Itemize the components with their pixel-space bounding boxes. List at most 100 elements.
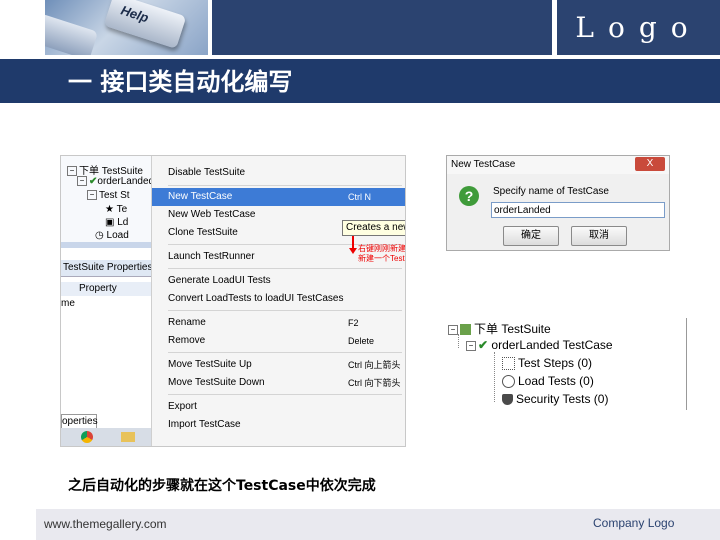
tree-item-case[interactable]: − ✔ orderLanded TestCase [466,338,613,352]
keyboard-photo: Help [45,0,208,55]
tree-item-suite[interactable]: − 下单 TestSuite [67,162,143,177]
annotation-arrowhead-icon [349,248,357,254]
slide-caption: 之后自动化的步骤就在这个TestCase中依次完成 [68,478,376,494]
tree-item-label: Test St [99,190,130,201]
menu-separator [168,185,402,186]
tree-item-steps[interactable]: − Test St [87,190,130,201]
folder-icon[interactable] [121,432,135,442]
menu-item-label: Disable TestSuite [168,167,246,178]
testsuite-icon [460,324,471,336]
collapse-icon[interactable]: − [448,324,458,335]
dialog-label: Specify name of TestCase [493,186,609,197]
menu-item-disable-testsuite[interactable]: Disable TestSuite [152,164,405,182]
menu-item-shortcut: Ctrl 向上箭头 [348,360,401,370]
tree-connector [494,352,495,402]
menu-item-label: Remove [168,335,206,346]
menu-item-export[interactable]: Export [152,398,405,416]
taskbar [61,428,151,446]
cancel-button[interactable]: 取消 [571,226,627,246]
pane-splitter[interactable] [61,242,151,248]
menu-item-label: Launch TestRunner [168,251,255,262]
collapse-icon[interactable]: − [466,340,476,351]
tree-item-test-steps[interactable]: Test Steps (0) [502,356,593,371]
menu-item-label: Move TestSuite Down [168,377,265,388]
menu-item-remove[interactable]: Remove Delete [152,332,405,350]
menu-item-rename[interactable]: Rename F2 [152,314,405,332]
new-testcase-dialog: New TestCase X ? Specify name of TestCas… [446,155,670,251]
tree-item-step2[interactable]: ▣ Ld [105,217,128,228]
load-icon: ◷ [95,230,104,241]
annotation-line-1: 右键刚刚新建的TestSuite [358,244,406,253]
load-icon [502,375,515,389]
header-bar [212,0,552,55]
menu-item-label: New Web TestCase [168,209,256,220]
menu-item-label: Move TestSuite Up [168,359,252,370]
tree-item-step[interactable]: ★ Te [105,204,127,215]
menu-item-label: Clone TestSuite [168,227,238,238]
collapse-icon[interactable]: − [67,166,77,177]
help-key-label: Help [119,2,151,26]
collapse-icon[interactable]: − [87,190,97,201]
menu-item-move-down[interactable]: Move TestSuite Down Ctrl 向下箭头 [152,374,405,392]
menu-item-convert-loadtests[interactable]: Convert LoadTests to loadUI TestCases [152,290,405,308]
testcase-name-input[interactable] [491,202,665,218]
header-left-blank [0,0,42,55]
tree-item-label: Ld [117,217,129,228]
menu-tooltip: Creates a new TestCase in this TestSuite [342,220,405,236]
tree-item-security-tests[interactable]: Security Tests (0) [502,392,608,406]
tree-item-label: orderLanded [97,176,155,187]
tree-item-label: 下单 TestSuite [474,322,551,336]
tree-item-load[interactable]: ◷ Load [95,230,129,241]
annotation-note: 右键刚刚新建的TestSuite 新建一个TestCase [358,244,406,264]
close-button[interactable]: X [635,157,665,171]
annotation-line-2: 新建一个TestCase [358,254,405,263]
menu-item-generate-loadui[interactable]: Generate LoadUI Tests [152,272,405,290]
menu-item-shortcut: Ctrl 向下箭头 [348,378,401,388]
menu-separator [168,352,402,353]
collapse-icon[interactable]: − [77,176,87,187]
properties-row: me [61,298,75,309]
menu-item-import-testcase[interactable]: Import TestCase [152,416,405,434]
slide-title: 一 接口类自动化编写 [68,68,293,96]
menu-separator [168,394,402,395]
left-screenshot: − 下单 TestSuite − ✔orderLanded − Test St ★ T… [60,155,406,447]
tree-item-label: orderLanded TestCase [491,338,613,352]
menu-item-label: Export [168,401,197,412]
menu-item-new-testcase[interactable]: New TestCase Ctrl N [152,188,405,206]
tree-item-case[interactable]: − ✔orderLanded [77,176,154,187]
property-column-label: Property [79,283,117,294]
question-icon: ? [459,186,479,206]
star-icon: ★ [105,204,114,215]
check-icon: ✔ [478,338,489,352]
menu-separator [168,268,402,269]
tree-item-label: Te [116,204,128,215]
menu-item-label: Generate LoadUI Tests [168,275,271,286]
menu-item-label: Rename [168,317,206,328]
ok-button[interactable]: 确定 [503,226,559,246]
tree-item-label: Load [106,230,129,241]
steps-icon [502,357,515,371]
tree-item-suite[interactable]: − 下单 TestSuite [448,320,551,337]
shield-icon [502,394,513,406]
menu-separator [168,310,402,311]
tree-item-label: Test Steps (0) [518,356,593,370]
menu-item-shortcut: F2 [348,318,359,328]
menu-item-shortcut: Delete [348,336,375,346]
result-tree: − 下单 TestSuite − ✔ orderLanded TestCase Te… [438,318,687,410]
request-icon: ▣ [105,217,115,228]
dialog-titlebar: New TestCase X [447,156,669,174]
menu-item-label: Import TestCase [168,419,241,430]
tree-item-label: Load Tests (0) [518,374,594,388]
keyboard-key-icon [45,13,99,55]
menu-item-shortcut: Ctrl N [348,192,371,202]
chrome-icon[interactable] [81,431,93,443]
menu-item-label: Convert LoadTests to loadUI TestCases [168,293,344,304]
tree-item-label: Security Tests (0) [516,392,609,406]
context-menu: Disable TestSuite New TestCase Ctrl N New… [151,156,406,446]
menu-item-move-up[interactable]: Move TestSuite Up Ctrl 向上箭头 [152,356,405,374]
tree-item-load-tests[interactable]: Load Tests (0) [502,374,594,389]
footer-company-logo: Company Logo [593,516,675,530]
project-tree: − 下单 TestSuite − ✔orderLanded − Test St ★ T… [61,156,154,242]
footer-website: www.themegallery.com [44,517,167,531]
properties-tab[interactable]: TestSuite Properties [61,260,153,277]
